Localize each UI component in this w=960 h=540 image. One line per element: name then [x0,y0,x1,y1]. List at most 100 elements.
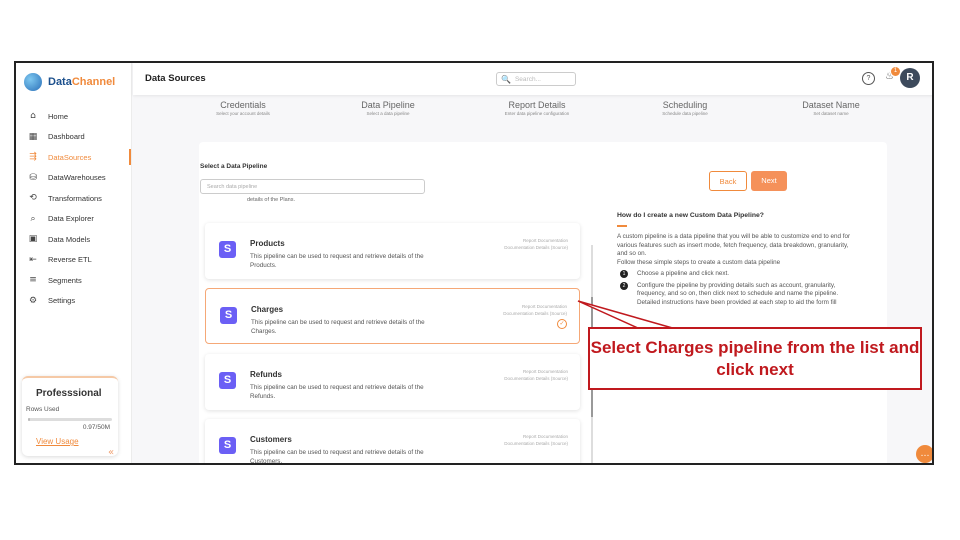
chat-icon[interactable]: … [916,445,932,463]
pipeline-card-products[interactable]: S Products This pipeline can be used to … [205,223,580,279]
pipeline-search-input[interactable]: Search data pipeline [200,179,425,194]
pipeline-card-customers[interactable]: S Customers This pipeline can be used to… [205,419,580,465]
card-name: Refunds [250,370,282,379]
help-section: How do I create a new Custom Data Pipeli… [617,212,857,307]
card-links: Report Documentation Documentation Detail… [504,434,568,447]
logo-text: DataChannel [48,76,115,88]
avatar[interactable]: R [900,68,920,88]
dashboard-icon: ▦ [28,131,38,142]
pipeline-card-charges[interactable]: S Charges This pipeline can be used to r… [205,288,580,344]
sidebar-item-dashboard[interactable]: ▦ Dashboard [16,127,131,148]
stripe-icon: S [219,241,236,258]
card-links: Report Documentation Documentation Detail… [504,369,568,382]
sidebar-item-label: Home [48,111,69,121]
sidebar-item-settings[interactable]: ⚙ Settings [16,291,131,312]
help-intro: A custom pipeline is a data pipeline tha… [617,233,851,257]
view-usage-link[interactable]: View Usage [36,437,79,446]
card-description: This pipeline can be used to request and… [250,253,424,269]
sidebar-item-label: Segments [48,275,82,285]
documentation-details-link[interactable]: Documentation Details (Source) [503,311,567,318]
card-links: Report Documentation Documentation Detail… [504,238,568,251]
card-links: Report Documentation Documentation Detail… [503,304,567,317]
help-icon[interactable]: ? [862,72,875,85]
sidebar-item-home[interactable]: ⌂ Home [16,106,131,127]
back-button[interactable]: Back [709,171,747,191]
step-report-details: Report Details Enter data pipeline confi… [462,100,612,116]
sidebar-item-label: Settings [48,296,76,306]
card-description: This pipeline can be used to request and… [250,449,424,465]
next-button[interactable]: Next [751,171,787,191]
documentation-details-link[interactable]: Documentation Details (Source) [504,441,568,448]
sidebar-item-label: Reverse ETL [48,255,92,265]
help-follow: Follow these simple steps to create a cu… [617,258,781,266]
sidebar-item-datasources[interactable]: ⇶ DataSources [16,147,131,168]
card-description: This pipeline can be used to request and… [251,319,425,335]
documentation-details-link[interactable]: Documentation Details (Source) [504,376,568,383]
collapse-sidebar-icon[interactable]: « [108,447,122,459]
transformations-icon: ⟲ [29,193,37,204]
sidebar-item-label: Data Models [48,234,91,244]
sidebar-item-label: DataWarehouses [48,173,106,183]
selected-check-icon: ✓ [557,319,567,329]
notification-badge: 1 [891,67,900,76]
segments-icon: ≡ [29,275,37,286]
step-subtitle: Schedule data pipeline [662,111,708,116]
help-divider [617,225,627,227]
reverse-etl-icon: ⇤ [29,254,37,265]
datawarehouse-icon: ⛁ [29,172,37,183]
stripe-icon: S [219,437,236,454]
logo-text-part2: Channel [71,76,116,88]
help-step-text: Configure the pipeline by providing deta… [637,281,839,306]
step-credentials: Credentials Select your account details [168,100,318,116]
step-dataset-name: Dataset Name Set dataset name [756,100,906,116]
help-step-text: Choose a pipeline and click next. [637,270,730,277]
sidebar-item-label: Transformations [48,193,102,203]
sidebar-item-label: Dashboard [48,132,85,142]
card-name: Charges [251,305,284,314]
sidebar-item-label: Data Explorer [48,214,94,224]
search-icon: 🔍 [501,74,511,84]
pipeline-panel: Select a Data Pipeline Search data pipel… [199,142,887,465]
plan-title: Professsional [36,388,102,399]
instruction-callout: Select Charges pipeline from the list an… [588,327,922,390]
help-step: 1 Choose a pipeline and click next. [617,270,857,279]
step-title: Dataset Name [802,100,860,110]
help-step: 2 Configure the pipeline by providing det… [617,281,857,308]
step-data-pipeline: Data Pipeline Select a data pipeline [313,100,463,116]
plan-card: Professsional Rows Used 0.97/50M View Us… [22,376,118,456]
step-subtitle: Enter data pipeline configuration [504,111,570,116]
step-subtitle: Select a data pipeline [366,111,410,116]
select-pipeline-label: Select a Data Pipeline [200,163,268,170]
step-title: Data Pipeline [361,100,415,110]
logo[interactable]: DataChannel [24,73,115,91]
sidebar-item-data-explorer[interactable]: ⌕ Data Explorer [16,209,131,230]
callout-text: Select Charges pipeline from the list an… [590,338,920,379]
step-number: 2 [620,281,628,290]
sidebar-item-datawarehouses[interactable]: ⛁ DataWarehouses [16,168,131,189]
documentation-details-link[interactable]: Documentation Details (Source) [504,245,568,252]
logo-globe-icon [24,73,42,91]
card-name: Products [250,239,285,248]
sidebar-item-segments[interactable]: ≡ Segments [16,270,131,291]
search-placeholder: Search... [514,75,541,83]
sidebar-item-transformations[interactable]: ⟲ Transformations [16,188,131,209]
data-explorer-icon: ⌕ [30,213,36,224]
step-scheduling: Scheduling Schedule data pipeline [610,100,760,116]
sidebar-item-reverse-etl[interactable]: ⇤ Reverse ETL [16,250,131,271]
pipeline-list[interactable]: details of the Plans. S Products This pi… [199,197,594,465]
rows-used-label: Rows Used [26,406,60,413]
card-name: Customers [250,435,292,444]
pipeline-card-refunds[interactable]: S Refunds This pipeline can be used to r… [205,354,580,410]
step-title: Scheduling [662,100,708,110]
app-window: DataChannel ⌂ Home ▦ Dashboard ⇶ DataSource… [14,61,934,465]
header: Data Sources 🔍 Search... ? ♨ 1 R [133,63,932,95]
sidebar-item-data-models[interactable]: ▣ Data Models [16,229,131,250]
step-subtitle: Set dataset name [813,111,849,116]
partial-card-text: details of the Plans. [247,197,296,203]
sidebar-item-label: DataSources [48,152,92,162]
usage-progress-fill [28,418,30,421]
search-input[interactable]: 🔍 Search... [496,72,576,86]
sidebar-nav: ⌂ Home ▦ Dashboard ⇶ DataSources ⛁ DataWareh… [16,106,131,311]
step-number: 1 [620,270,628,278]
step-title: Report Details [508,100,566,110]
